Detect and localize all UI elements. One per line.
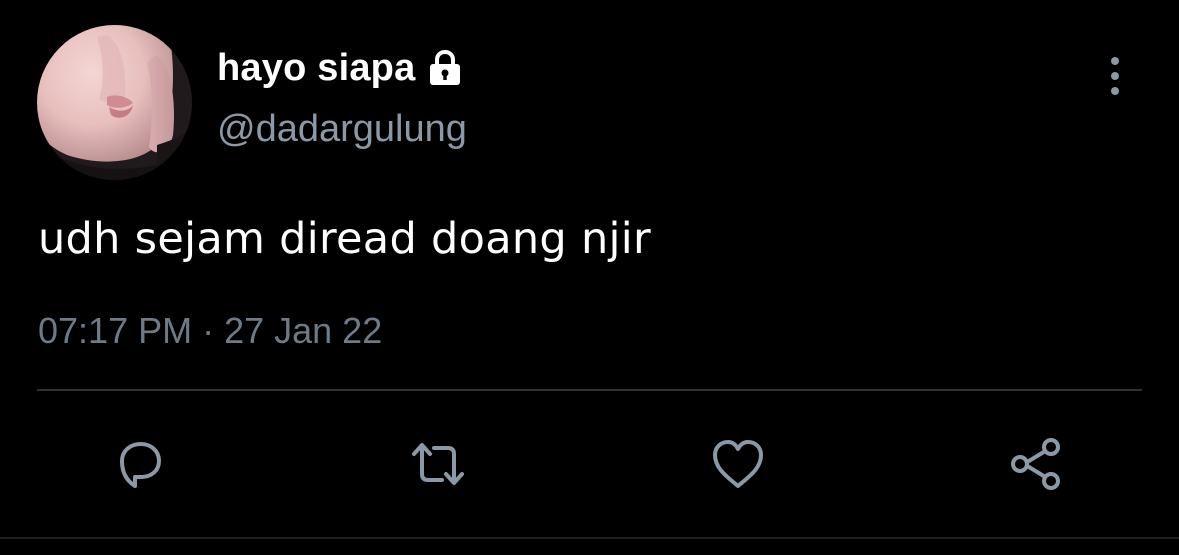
more-vertical-icon xyxy=(1111,57,1119,95)
display-name-row[interactable]: hayo siapa xyxy=(217,44,465,92)
heart-icon xyxy=(713,440,763,488)
share-icon xyxy=(1011,438,1060,490)
lock-icon xyxy=(425,48,465,88)
tweet-card: hayo siapa @dadargulung udh sejam diread… xyxy=(0,0,1179,555)
reply-icon xyxy=(120,442,161,488)
reply-button[interactable] xyxy=(108,432,172,496)
share-button[interactable] xyxy=(1004,432,1068,496)
display-name[interactable]: hayo siapa xyxy=(217,47,415,90)
profile-photo xyxy=(37,25,192,180)
like-button[interactable] xyxy=(706,432,770,496)
divider xyxy=(37,389,1142,391)
retweet-button[interactable] xyxy=(406,432,470,496)
tweet-time[interactable]: 07:17 PM xyxy=(38,310,192,352)
more-options-button[interactable] xyxy=(1093,50,1137,102)
avatar[interactable] xyxy=(37,25,192,180)
meta-separator: · xyxy=(202,310,215,351)
bottom-divider xyxy=(0,537,1179,539)
tweet-metadata: 07:17 PM · 27 Jan 22 xyxy=(38,310,382,352)
tweet-text: udh sejam diread doang njir xyxy=(38,214,652,264)
user-handle[interactable]: @dadargulung xyxy=(217,108,467,151)
tweet-date[interactable]: 27 Jan 22 xyxy=(224,310,382,352)
retweet-icon xyxy=(412,443,464,485)
